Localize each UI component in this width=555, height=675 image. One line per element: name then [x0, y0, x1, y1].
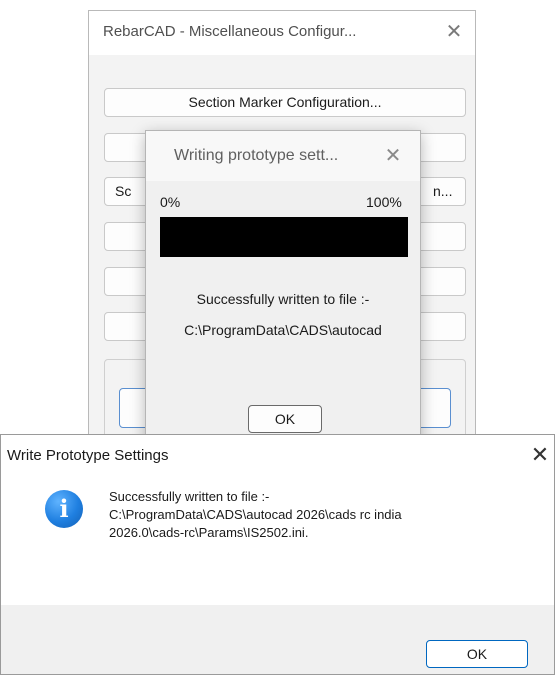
section-marker-config-button[interactable]: Section Marker Configuration...: [104, 88, 466, 117]
progress-dialog-titlebar: Writing prototype sett... ✕: [146, 131, 420, 181]
message-box-ok-button[interactable]: OK: [426, 640, 528, 668]
misc-dialog-titlebar: RebarCAD - Miscellaneous Configur... ✕: [89, 11, 475, 55]
misc-button-3-label-left: Sc: [115, 183, 132, 199]
message-box: Write Prototype Settings ✕ i Successfull…: [0, 434, 555, 675]
progress-dialog-title: Writing prototype sett...: [174, 147, 339, 164]
info-icon: i: [45, 490, 83, 528]
message-box-titlebar: Write Prototype Settings ✕: [1, 435, 554, 477]
progress-track: [160, 217, 408, 257]
progress-max-label: 100%: [366, 194, 402, 210]
misc-dialog-title: RebarCAD - Miscellaneous Configur...: [103, 23, 357, 40]
message-line-2: C:\ProgramData\CADS\autocad 2026\cads rc…: [109, 507, 402, 522]
progress-bar-fill: [160, 217, 408, 257]
close-icon[interactable]: ✕: [441, 19, 467, 45]
progress-message-line-2: C:\ProgramData\CADS\autocad: [184, 322, 382, 338]
misc-button-3-label-right: n...: [433, 183, 453, 199]
progress-min-label: 0%: [160, 194, 181, 210]
message-line-1: Successfully written to file :-: [109, 489, 270, 504]
progress-dialog: Writing prototype sett... ✕ 0% 100% Succ…: [145, 130, 421, 450]
close-icon[interactable]: ✕: [527, 441, 553, 469]
message-line-3: 2026.0\cads-rc\Params\IS2502.ini.: [109, 525, 309, 540]
progress-ok-button[interactable]: OK: [248, 405, 322, 433]
message-box-title: Write Prototype Settings: [7, 447, 169, 464]
progress-message-line-1: Successfully written to file :-: [196, 291, 370, 307]
close-icon[interactable]: ✕: [380, 143, 406, 169]
